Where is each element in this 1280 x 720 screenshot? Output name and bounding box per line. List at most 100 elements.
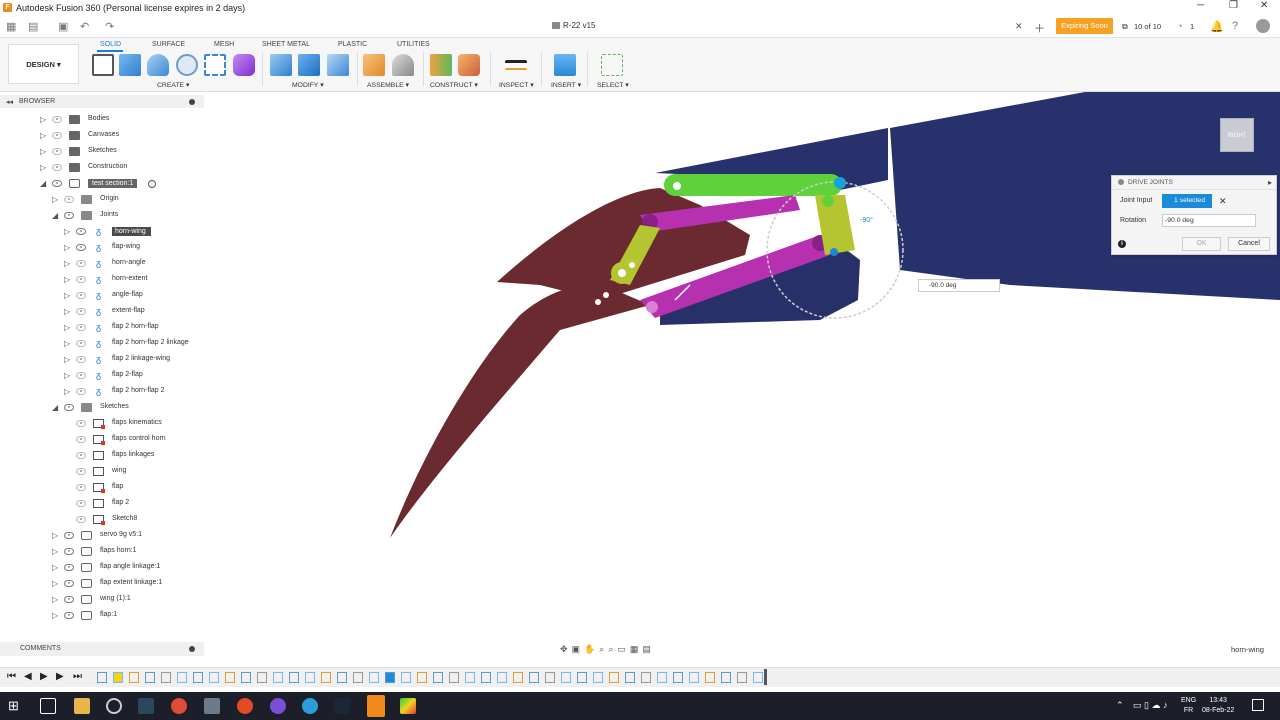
timeline-feature-icon[interactable] xyxy=(401,672,411,683)
browser-row[interactable]: flap xyxy=(0,480,204,496)
grid-settings-icon[interactable]: ▦ xyxy=(630,644,639,655)
timeline-feature-icon[interactable] xyxy=(673,672,683,683)
visibility-icon[interactable] xyxy=(64,548,74,555)
new-tab-icon[interactable]: ＋ xyxy=(1034,20,1045,36)
zoom-icon[interactable]: ⌕ xyxy=(599,644,604,655)
file-icon[interactable]: ▤ xyxy=(28,20,38,33)
expand-icon[interactable]: ▷ xyxy=(40,164,46,172)
horn-pivot[interactable] xyxy=(618,269,626,277)
zoom-window-icon[interactable]: ⌕ xyxy=(608,644,613,655)
clock-app-icon[interactable] xyxy=(106,698,122,714)
timeline-feature-icon[interactable] xyxy=(641,672,651,683)
discord-icon[interactable] xyxy=(270,698,286,714)
visibility-icon[interactable] xyxy=(76,244,86,251)
browser-row[interactable]: ▷ ᵹ flap 2 horn-flap 2 xyxy=(0,384,204,400)
rotation-value-input[interactable]: -90.0 deg xyxy=(918,279,1000,292)
info-icon[interactable]: i xyxy=(1118,240,1126,248)
expand-icon[interactable]: ▷ xyxy=(64,372,70,380)
fillet-icon[interactable] xyxy=(298,54,320,76)
visibility-icon[interactable] xyxy=(76,436,86,443)
language-indicator[interactable]: ENG FR xyxy=(1181,696,1196,716)
linkage-pivot[interactable] xyxy=(646,301,658,313)
expand-icon[interactable]: ▸ xyxy=(1268,178,1272,187)
timeline-feature-icon[interactable] xyxy=(113,672,123,683)
expand-icon[interactable]: ▷ xyxy=(52,596,58,604)
timeline-feature-icon[interactable] xyxy=(417,672,427,683)
flap-hinge[interactable] xyxy=(603,292,609,298)
select-menu[interactable]: SELECT ▾ xyxy=(597,81,629,89)
offset-plane-icon[interactable] xyxy=(430,54,452,76)
minimize-icon[interactable]: ─ xyxy=(1197,0,1204,11)
inspect-menu[interactable]: INSPECT ▾ xyxy=(499,81,534,89)
browser-row[interactable]: ▷ Sketches xyxy=(0,144,204,160)
visibility-icon[interactable] xyxy=(76,500,86,507)
browser-row[interactable]: ▷ ᵹ flap 2 horn-flap xyxy=(0,320,204,336)
expand-icon[interactable]: ▷ xyxy=(52,612,58,620)
timeline-feature-icon[interactable] xyxy=(753,672,763,683)
timeline-feature-icon[interactable] xyxy=(449,672,459,683)
go-to-start-icon[interactable]: ⏮ xyxy=(7,671,16,682)
cancel-button[interactable]: Cancel xyxy=(1228,237,1270,251)
browser-row[interactable]: flap 2 xyxy=(0,496,204,512)
browser-row[interactable]: wing xyxy=(0,464,204,480)
collapse-browser-icon[interactable]: ◂◂ xyxy=(6,98,13,106)
browser-row[interactable]: ◢ Joints xyxy=(0,208,204,224)
browser-row[interactable]: ▷ flap extent linkage:1 xyxy=(0,576,204,592)
browser-row[interactable]: ▷ ᵹ angle-flap xyxy=(0,288,204,304)
timeline-feature-icon[interactable] xyxy=(177,672,187,683)
browser-row[interactable]: ▷ ᵹ horn-wing xyxy=(0,224,204,240)
timeline-feature-icon[interactable] xyxy=(289,672,299,683)
insert-menu[interactable]: INSERT ▾ xyxy=(551,81,581,89)
expand-icon[interactable]: ▷ xyxy=(40,148,46,156)
browser-row[interactable]: ◢ Sketches xyxy=(0,400,204,416)
flap-hinge[interactable] xyxy=(595,299,601,305)
visibility-icon[interactable] xyxy=(52,116,62,123)
collapse-icon[interactable]: ◢ xyxy=(40,180,46,188)
horn-pivot[interactable] xyxy=(822,195,834,207)
shell-icon[interactable] xyxy=(327,54,349,76)
job-status-icon[interactable]: ◔ xyxy=(1177,21,1182,31)
timeline-feature-icon[interactable] xyxy=(577,672,587,683)
tray-chevron-icon[interactable]: ⌃ xyxy=(1116,700,1124,711)
create-sketch-icon[interactable] xyxy=(92,54,114,76)
visibility-icon[interactable] xyxy=(64,612,74,619)
go-to-end-icon[interactable]: ⏭ xyxy=(73,671,82,682)
expand-icon[interactable]: ▷ xyxy=(64,340,70,348)
tray-icons[interactable]: ▭ ▯ ☁ ♪ xyxy=(1133,700,1167,711)
expand-icon[interactable]: ▷ xyxy=(64,260,70,268)
steam-icon[interactable] xyxy=(138,698,154,714)
plane-at-angle-icon[interactable] xyxy=(458,54,480,76)
redo-icon[interactable]: ↷ xyxy=(105,20,114,33)
browser-row[interactable]: ▷ Construction xyxy=(0,160,204,176)
visibility-icon[interactable] xyxy=(76,356,86,363)
visibility-icon[interactable] xyxy=(64,404,74,411)
visibility-icon[interactable] xyxy=(76,516,86,523)
tab-solid[interactable]: SOLID xyxy=(100,41,121,48)
visibility-icon[interactable] xyxy=(64,564,74,571)
joint-origin[interactable] xyxy=(830,248,838,256)
timeline-feature-icon[interactable] xyxy=(529,672,539,683)
browser-row[interactable]: ▷ flap angle linkage:1 xyxy=(0,560,204,576)
expand-icon[interactable]: ▷ xyxy=(52,548,58,556)
browser-row[interactable]: Sketch8 xyxy=(0,512,204,528)
browser-row[interactable]: ▷ ᵹ flap 2-flap xyxy=(0,368,204,384)
tab-mesh[interactable]: MESH xyxy=(214,41,234,48)
timeline-feature-icon[interactable] xyxy=(737,672,747,683)
clear-selection-icon[interactable]: ✕ xyxy=(1219,196,1227,207)
timeline-feature-icon[interactable] xyxy=(273,672,283,683)
expiring-soon-badge[interactable]: Expiring Soon xyxy=(1056,18,1113,34)
timeline-feature-icon[interactable] xyxy=(209,672,219,683)
visibility-icon[interactable] xyxy=(64,196,74,203)
timeline-feature-icon[interactable] xyxy=(161,672,171,683)
version-count[interactable]: 10 of 10 xyxy=(1134,22,1161,31)
expand-icon[interactable]: ▷ xyxy=(64,388,70,396)
visibility-icon[interactable] xyxy=(76,228,86,235)
form-icon[interactable] xyxy=(233,54,255,76)
telegram-icon[interactable] xyxy=(302,698,318,714)
expand-icon[interactable]: ▷ xyxy=(64,324,70,332)
visibility-icon[interactable] xyxy=(76,308,86,315)
visibility-icon[interactable] xyxy=(64,596,74,603)
expand-icon[interactable]: ▷ xyxy=(64,228,70,236)
timeline-feature-icon[interactable] xyxy=(385,672,395,683)
viewcube[interactable]: RIGHT xyxy=(1220,118,1254,152)
